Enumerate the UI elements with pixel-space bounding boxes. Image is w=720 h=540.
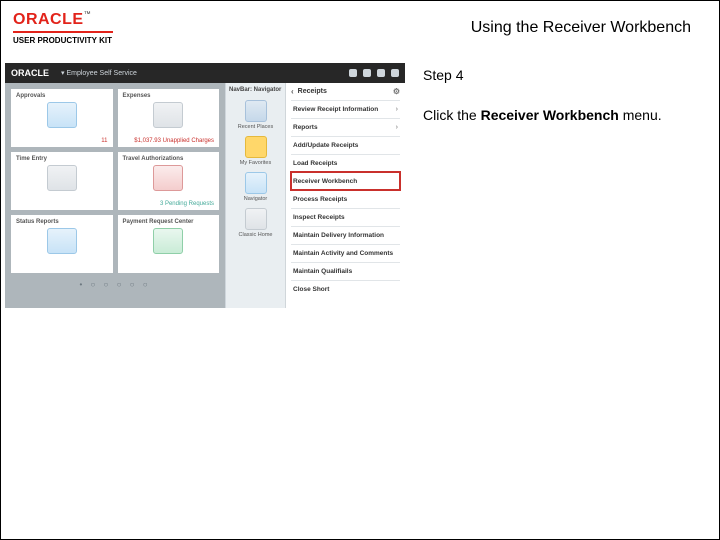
navbar-column: NavBar: Navigator Recent Places My Favor… xyxy=(225,83,285,308)
tile-footer: 11 xyxy=(101,138,107,144)
menu-item-label: Review Receipt Information xyxy=(293,106,378,113)
navbar-item-label: Recent Places xyxy=(229,124,282,130)
page-title: Using the Receiver Workbench xyxy=(471,19,709,37)
favorites-icon xyxy=(245,136,267,158)
page-banner: ORACLE™ USER PRODUCTIVITY KIT Using the … xyxy=(1,1,719,63)
navigator-icon xyxy=(245,172,267,194)
menu-item-review-receipt-info[interactable]: Review Receipt Information › xyxy=(291,100,400,118)
menu-item-close-short[interactable]: Close Short xyxy=(291,280,400,298)
tile-approvals[interactable]: Approvals 11 xyxy=(11,89,113,147)
notifications-icon[interactable] xyxy=(377,69,385,77)
step-label: Step 4 xyxy=(423,67,709,83)
tile-status-reports[interactable]: Status Reports xyxy=(11,215,113,273)
navbar-item-favorites[interactable]: My Favorites xyxy=(229,136,282,166)
upk-label: USER PRODUCTIVITY KIT xyxy=(13,36,113,45)
menu-item-inspect-receipts[interactable]: Inspect Receipts xyxy=(291,208,400,226)
oracle-brand: ORACLE™ USER PRODUCTIVITY KIT xyxy=(7,7,119,49)
tile-label: Expenses xyxy=(123,93,215,99)
page-dots: • ○ ○ ○ ○ ○ xyxy=(11,280,219,289)
tile-payment-request[interactable]: Payment Request Center xyxy=(118,215,220,273)
recent-places-icon xyxy=(245,100,267,122)
topbar-icons xyxy=(349,69,399,77)
menu-item-load-receipts[interactable]: Load Receipts xyxy=(291,154,400,172)
breadcrumb: ▾ Employee Self Service xyxy=(61,69,137,77)
tile-time-entry[interactable]: Time Entry xyxy=(11,152,113,210)
oracle-tm: ™ xyxy=(84,11,91,18)
instructions-pane: Step 4 Click the Receiver Workbench menu… xyxy=(423,63,709,308)
gear-icon[interactable]: ⚙ xyxy=(393,87,400,96)
payment-request-icon xyxy=(153,228,183,254)
app-brand: ORACLE xyxy=(11,68,49,78)
navbar-item-navigator[interactable]: Navigator xyxy=(229,172,282,202)
status-reports-icon xyxy=(47,228,77,254)
menu-item-reports[interactable]: Reports › xyxy=(291,118,400,136)
menu-item-maintain-delivery[interactable]: Maintain Delivery Information xyxy=(291,226,400,244)
menu-heading-text: Receipts xyxy=(298,88,327,95)
navigator-menu: ‹ Receipts ⚙ Review Receipt Information ›… xyxy=(285,83,405,308)
navbar-icon[interactable] xyxy=(391,69,399,77)
navbar-item-label: Navigator xyxy=(229,196,282,202)
tile-travel-auth[interactable]: Travel Authorizations 3 Pending Requests xyxy=(118,152,220,210)
tile-label: Payment Request Center xyxy=(123,219,215,225)
tile-label: Time Entry xyxy=(16,156,108,162)
search-icon[interactable] xyxy=(363,69,371,77)
tile-label: Travel Authorizations xyxy=(123,156,215,162)
navbar-item-label: Classic Home xyxy=(229,232,282,238)
menu-item-maintain-activity[interactable]: Maintain Activity and Comments xyxy=(291,244,400,262)
time-entry-icon xyxy=(47,165,77,191)
approvals-icon xyxy=(47,102,77,128)
app-topbar: ORACLE ▾ Employee Self Service xyxy=(5,63,405,83)
tile-label: Approvals xyxy=(16,93,108,99)
tile-expenses[interactable]: Expenses $1,037.93 Unapplied Charges xyxy=(118,89,220,147)
step-text-post: menu. xyxy=(619,107,662,123)
navbar-title: NavBar: Navigator xyxy=(229,87,282,93)
tile-footer: $1,037.93 Unapplied Charges xyxy=(134,138,214,144)
breadcrumb-text: Employee Self Service xyxy=(66,70,136,77)
menu-heading: ‹ Receipts ⚙ xyxy=(291,87,400,96)
menu-item-label: Reports xyxy=(293,124,318,131)
menu-item-add-update-receipts[interactable]: Add/Update Receipts xyxy=(291,136,400,154)
tile-footer: 3 Pending Requests xyxy=(160,201,214,207)
navbar-item-classic-home[interactable]: Classic Home xyxy=(229,208,282,238)
back-icon[interactable]: ‹ xyxy=(291,87,294,96)
step-text-bold: Receiver Workbench xyxy=(481,107,619,123)
chevron-right-icon: › xyxy=(396,124,398,131)
step-text-pre: Click the xyxy=(423,107,481,123)
oracle-wordmark: ORACLE xyxy=(13,11,84,28)
expenses-icon xyxy=(153,102,183,128)
menu-item-maintain-qual[interactable]: Maintain Qualifiails xyxy=(291,262,400,280)
main-area: ORACLE ▾ Employee Self Service Approvals… xyxy=(1,63,719,318)
navbar-item-label: My Favorites xyxy=(229,160,282,166)
step-text: Click the Receiver Workbench menu. xyxy=(423,107,709,123)
oracle-rule xyxy=(13,31,113,33)
menu-item-receiver-workbench[interactable]: Receiver Workbench xyxy=(291,172,400,190)
menu-item-process-receipts[interactable]: Process Receipts xyxy=(291,190,400,208)
classic-home-icon xyxy=(245,208,267,230)
home-icon[interactable] xyxy=(349,69,357,77)
tile-label: Status Reports xyxy=(16,219,108,225)
chevron-right-icon: › xyxy=(396,106,398,113)
embedded-screenshot: ORACLE ▾ Employee Self Service Approvals… xyxy=(5,63,405,308)
homepage-tiles: Approvals 11 Expenses $1,037.93 Unapplie… xyxy=(5,83,225,308)
app-body: Approvals 11 Expenses $1,037.93 Unapplie… xyxy=(5,83,405,308)
travel-auth-icon xyxy=(153,165,183,191)
navbar-item-recent[interactable]: Recent Places xyxy=(229,100,282,130)
